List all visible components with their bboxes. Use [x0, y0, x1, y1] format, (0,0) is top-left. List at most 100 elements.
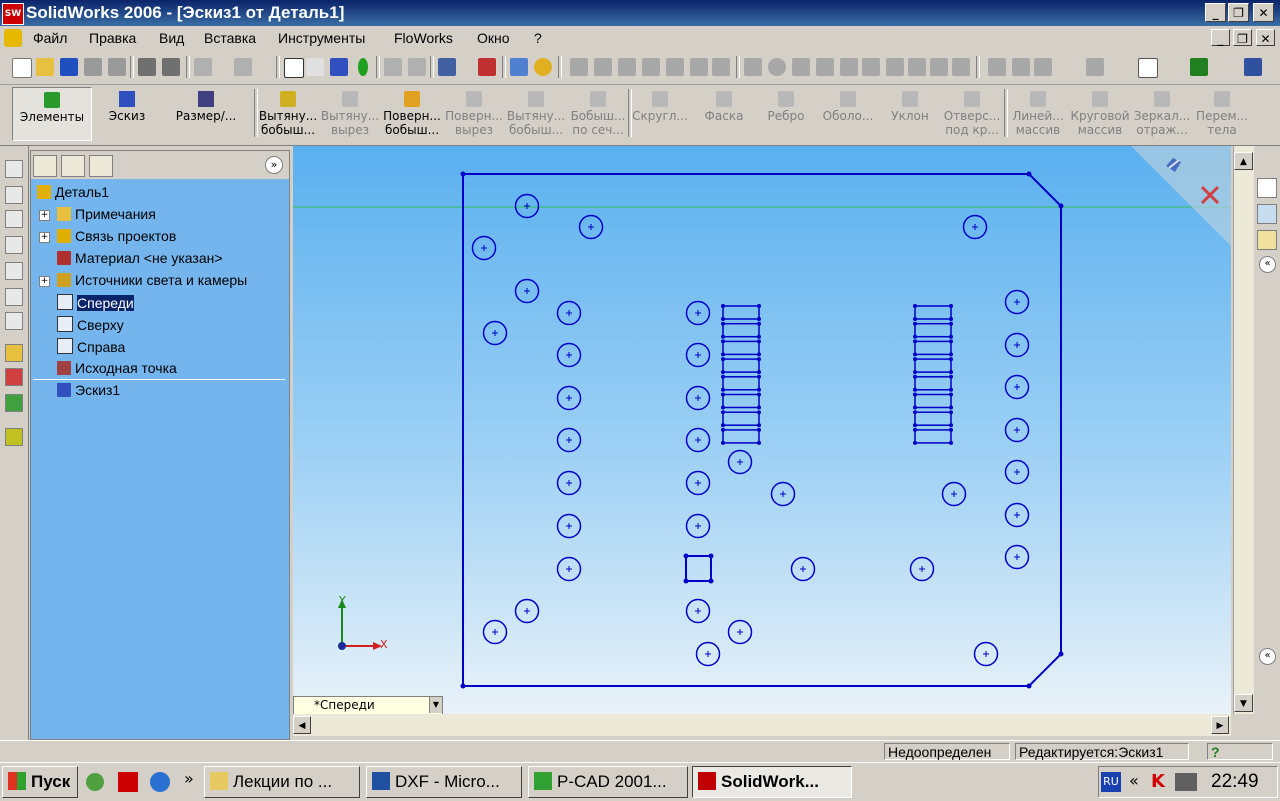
sketch-vertex[interactable]	[949, 357, 953, 362]
sketch-vertex[interactable]	[757, 357, 761, 362]
sketch-vertex[interactable]	[460, 683, 466, 689]
quicklaunch-icon-1[interactable]	[86, 773, 104, 791]
menu-edit[interactable]: Правка	[89, 30, 136, 46]
hole-center-mark[interactable]	[588, 224, 594, 230]
child-restore-button[interactable]: ❐	[1233, 29, 1252, 46]
sketch-vertex[interactable]	[757, 304, 761, 308]
hole-center-mark[interactable]	[492, 629, 498, 635]
hole-center-mark[interactable]	[800, 566, 806, 572]
hole-center-mark[interactable]	[983, 651, 989, 657]
macro-icon[interactable]	[1244, 58, 1262, 76]
hole-center-mark[interactable]	[1014, 554, 1020, 560]
sketch-vertex[interactable]	[708, 553, 714, 559]
view-icon-5[interactable]	[5, 262, 23, 280]
sketch-pad[interactable]	[722, 340, 760, 356]
tree-item[interactable]: Спереди	[57, 294, 134, 311]
sketch-vertex[interactable]	[757, 352, 761, 357]
sketch-pad[interactable]	[722, 358, 760, 373]
sketch-vertex[interactable]	[721, 423, 725, 428]
expand-toggle-icon[interactable]: +	[39, 276, 50, 287]
sketch-pad[interactable]	[722, 393, 760, 409]
sketch-vertex[interactable]	[721, 370, 725, 375]
open-icon[interactable]	[36, 58, 54, 76]
scroll-right-icon[interactable]: ▶	[1211, 716, 1229, 734]
sketch-vertex[interactable]	[757, 317, 761, 321]
sketch-vertex[interactable]	[913, 405, 917, 410]
assembly-icon-7[interactable]	[712, 58, 730, 76]
hole-center-mark[interactable]	[1014, 512, 1020, 518]
select-filter-icon[interactable]	[306, 58, 324, 76]
new-icon[interactable]	[12, 58, 32, 78]
hole-center-mark[interactable]	[492, 330, 498, 336]
sketch-vertex[interactable]	[757, 387, 761, 392]
save-icon[interactable]	[60, 58, 78, 76]
features-tool-icon[interactable]	[5, 428, 23, 446]
new-doc-icon[interactable]	[1138, 58, 1158, 78]
hole-center-mark[interactable]	[695, 437, 701, 443]
sketch-vertex[interactable]	[913, 357, 917, 362]
sketch-vertex[interactable]	[913, 410, 917, 415]
hole-center-mark[interactable]	[780, 491, 786, 497]
assembly-icon-6[interactable]	[690, 58, 708, 76]
feature-button-3[interactable]: Поверн... бобыш...	[382, 89, 442, 143]
sketch-vertex[interactable]	[708, 578, 714, 584]
sketch-vertex[interactable]	[949, 392, 953, 397]
assembly-icon-1[interactable]	[570, 58, 588, 76]
feature-button-16[interactable]: Перем... тела	[1192, 89, 1252, 143]
sketch-vertex[interactable]	[721, 410, 725, 415]
tree-item[interactable]: Исходная точка	[57, 360, 177, 376]
rebuild-icon[interactable]	[358, 58, 368, 76]
network-icon[interactable]	[1175, 773, 1197, 791]
sketch-tab[interactable]: Эскиз	[98, 89, 156, 123]
tree-item[interactable]: Материал <не указан>	[57, 250, 223, 266]
feature-button-2[interactable]: Вытяну... вырез	[320, 89, 380, 143]
menu-help[interactable]: ?	[534, 30, 542, 46]
assembly-icon-2[interactable]	[594, 58, 612, 76]
taskbar-task[interactable]: Лекции по ...	[204, 766, 360, 798]
sketch-vertex[interactable]	[721, 334, 725, 339]
sketch-vertex[interactable]	[949, 334, 953, 339]
menu-file[interactable]: Файл	[33, 30, 67, 46]
sketch-vertex[interactable]	[1058, 203, 1064, 209]
hole-center-mark[interactable]	[566, 480, 572, 486]
sketch-vertex[interactable]	[913, 339, 917, 344]
sketch-vertex[interactable]	[721, 339, 725, 344]
sketch-square[interactable]	[685, 555, 712, 582]
hole-center-mark[interactable]	[695, 310, 701, 316]
feature-tree-tab[interactable]	[33, 155, 57, 177]
hole-center-mark[interactable]	[524, 203, 530, 209]
select-icon[interactable]	[284, 58, 304, 78]
hole-center-mark[interactable]	[695, 395, 701, 401]
surface-icon-8[interactable]	[908, 58, 926, 76]
feature-button-13[interactable]: Линей... массив	[1008, 89, 1068, 143]
view-icon-2[interactable]	[5, 186, 23, 204]
options-icon[interactable]	[108, 58, 126, 76]
sketch-vertex[interactable]	[721, 317, 725, 321]
child-close-button[interactable]: ✕	[1256, 29, 1275, 46]
feature-button-10[interactable]: Оболо...	[818, 89, 878, 143]
hole-center-mark[interactable]	[566, 352, 572, 358]
sketch-pad[interactable]	[914, 305, 952, 320]
expand-pane-icon-bottom[interactable]: «	[1259, 648, 1276, 665]
sketch-mode-icon[interactable]	[330, 58, 348, 76]
hole-center-mark[interactable]	[566, 523, 572, 529]
kaspersky-icon[interactable]: K	[1151, 771, 1169, 792]
sketch-tool-icon[interactable]	[5, 344, 23, 362]
sketch-vertex[interactable]	[683, 553, 689, 559]
sketch-vertex[interactable]	[913, 423, 917, 428]
redo-icon[interactable]	[234, 58, 252, 76]
start-button[interactable]: Пуск	[2, 766, 78, 798]
undo-icon[interactable]	[194, 58, 212, 76]
smart-dimension-icon[interactable]	[5, 368, 23, 386]
sketch-vertex[interactable]	[913, 304, 917, 308]
language-indicator[interactable]: RU	[1101, 772, 1121, 792]
sketch-vertex[interactable]	[913, 317, 917, 321]
hole-center-mark[interactable]	[566, 566, 572, 572]
hole-center-mark[interactable]	[695, 480, 701, 486]
menu-insert[interactable]: Вставка	[204, 30, 256, 46]
sketch-vertex[interactable]	[913, 427, 917, 432]
sketch-pad[interactable]	[722, 411, 760, 426]
home-icon[interactable]	[1257, 178, 1277, 198]
hole-center-mark[interactable]	[566, 310, 572, 316]
sketch-vertex[interactable]	[913, 440, 917, 445]
